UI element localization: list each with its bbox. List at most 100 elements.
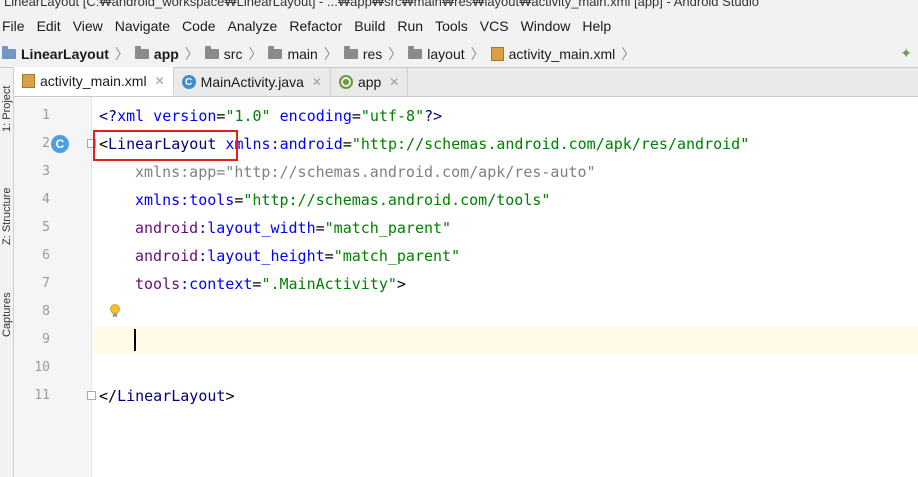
- menu-navigate[interactable]: Navigate: [109, 18, 176, 34]
- line-number: 3: [42, 164, 50, 179]
- code-token: "http://schemas.android.com/apk/res/andr…: [351, 135, 750, 153]
- menu-vcs[interactable]: VCS: [474, 18, 515, 34]
- chevron-right-icon: 〉: [621, 45, 636, 62]
- code-line-3: xmlns:app="http://schemas.android.com/ap…: [135, 163, 596, 181]
- code-editor[interactable]: <?xml version="1.0" encoding="utf-8"?> <…: [93, 97, 918, 477]
- line-number: 11: [34, 388, 50, 403]
- menu-view[interactable]: View: [67, 18, 109, 34]
- code-line-1: <?xml version="1.0" encoding="utf-8"?>: [99, 102, 442, 130]
- code-token: encoding: [270, 107, 352, 125]
- project-folder-icon: [2, 45, 16, 59]
- tool-window-strip: 1: Project Z: Structure Captures: [0, 68, 14, 477]
- code-token: android: [135, 219, 199, 237]
- line-number: 2: [42, 136, 50, 151]
- lightbulb-icon[interactable]: [109, 304, 121, 318]
- code-token: >: [396, 275, 406, 293]
- resource-folder-icon: [343, 45, 358, 59]
- line-number: 6: [42, 248, 50, 263]
- chevron-right-icon: 〉: [388, 45, 403, 62]
- breadcrumb-label: app: [153, 45, 179, 62]
- code-token: <?: [99, 107, 118, 125]
- captures-panel-tab[interactable]: Captures: [0, 280, 14, 350]
- tab-label: MainActivity.java: [200, 74, 304, 90]
- menu-edit[interactable]: Edit: [31, 18, 67, 34]
- line-number: 4: [42, 192, 50, 207]
- close-icon[interactable]: ✕: [389, 75, 399, 89]
- breadcrumb-file[interactable]: activity_main.xml: [489, 46, 618, 62]
- breadcrumb-label: src: [223, 45, 243, 62]
- code-token: =: [351, 107, 361, 125]
- menu-analyze[interactable]: Analyze: [222, 18, 284, 34]
- window-title: LinearLayout [C:₩android_workspace₩Linea…: [0, 0, 918, 12]
- breadcrumb-label: res: [362, 45, 383, 62]
- breadcrumb-src[interactable]: src: [203, 45, 245, 62]
- project-panel-tab[interactable]: 1: Project: [0, 72, 14, 146]
- breadcrumb-main[interactable]: main: [266, 45, 319, 62]
- menu-tools[interactable]: Tools: [429, 18, 474, 34]
- line-number: 1: [42, 108, 50, 123]
- class-gutter-icon[interactable]: C: [51, 135, 69, 153]
- code-token: =: [342, 135, 352, 153]
- xml-file-icon: [490, 46, 504, 61]
- code-token: xmlns:: [135, 191, 190, 209]
- menu-file[interactable]: File: [0, 18, 31, 34]
- module-folder-icon: [134, 45, 149, 59]
- android-icon[interactable]: ✦: [900, 45, 912, 62]
- code-line-6: android:layout_height="match_parent": [135, 242, 460, 270]
- annotation-highlight-box: [93, 130, 238, 161]
- structure-panel-tab[interactable]: Z: Structure: [0, 173, 14, 259]
- line-number: 10: [34, 360, 50, 375]
- code-token: tools: [189, 191, 235, 209]
- code-token: =: [315, 219, 325, 237]
- folder-icon: [268, 45, 283, 59]
- code-token: "http://schemas.android.com/tools": [243, 191, 551, 209]
- chevron-right-icon: 〉: [114, 45, 129, 62]
- code-token: "match_parent": [324, 219, 452, 237]
- breadcrumb-label: layout: [427, 45, 465, 62]
- text-cursor: [134, 329, 136, 351]
- chevron-right-icon: 〉: [323, 45, 338, 62]
- editor-gutter: 1 2 3 4 5 6 7 8 9 10 11 C: [14, 97, 96, 477]
- folder-icon: [204, 45, 219, 59]
- chevron-right-icon: 〉: [248, 45, 263, 62]
- menu-help[interactable]: Help: [576, 18, 617, 34]
- breadcrumb-app[interactable]: app: [133, 45, 181, 62]
- menu-run[interactable]: Run: [391, 18, 429, 34]
- tab-mainactivity-java[interactable]: C MainActivity.java ✕: [174, 68, 331, 96]
- code-token: "match_parent": [333, 247, 461, 265]
- code-line-4: xmlns:tools="http://schemas.android.com/…: [135, 186, 550, 214]
- code-token: xml version: [117, 107, 217, 125]
- code-token: LinearLayout: [117, 387, 226, 405]
- code-token: >: [225, 387, 235, 405]
- code-token: "utf-8": [360, 107, 425, 125]
- menu-bar: File Edit View Navigate Code Analyze Ref…: [0, 12, 918, 40]
- close-icon[interactable]: ✕: [155, 74, 165, 88]
- menu-code[interactable]: Code: [176, 18, 221, 34]
- code-token: =: [324, 247, 334, 265]
- menu-build[interactable]: Build: [348, 18, 391, 34]
- menu-refactor[interactable]: Refactor: [283, 18, 348, 34]
- menu-window[interactable]: Window: [515, 18, 577, 34]
- chevron-right-icon: 〉: [184, 45, 199, 62]
- current-line-highlight: [93, 326, 918, 354]
- breadcrumb-label: activity_main.xml: [508, 45, 616, 62]
- line-number: 9: [42, 332, 50, 347]
- code-token: :layout_width: [198, 219, 316, 237]
- breadcrumb-label: LinearLayout: [21, 45, 109, 62]
- tab-activity-main-xml[interactable]: activity_main.xml ✕: [14, 67, 174, 96]
- class-icon: C: [181, 75, 196, 89]
- code-token: android: [279, 135, 343, 153]
- tab-label: app: [357, 74, 382, 90]
- breadcrumb-project[interactable]: LinearLayout: [0, 45, 111, 62]
- close-icon[interactable]: ✕: [312, 75, 322, 89]
- code-token: :layout_height: [198, 247, 325, 265]
- code-token: "1.0": [225, 107, 271, 125]
- folder-icon: [408, 45, 423, 59]
- breadcrumb-layout[interactable]: layout: [406, 45, 466, 62]
- line-number: 8: [42, 304, 50, 319]
- line-number: 7: [42, 276, 50, 291]
- xml-file-icon: [22, 73, 35, 88]
- tab-app[interactable]: app ✕: [331, 68, 409, 96]
- breadcrumb-res[interactable]: res: [342, 45, 384, 62]
- code-token: :context: [180, 275, 253, 293]
